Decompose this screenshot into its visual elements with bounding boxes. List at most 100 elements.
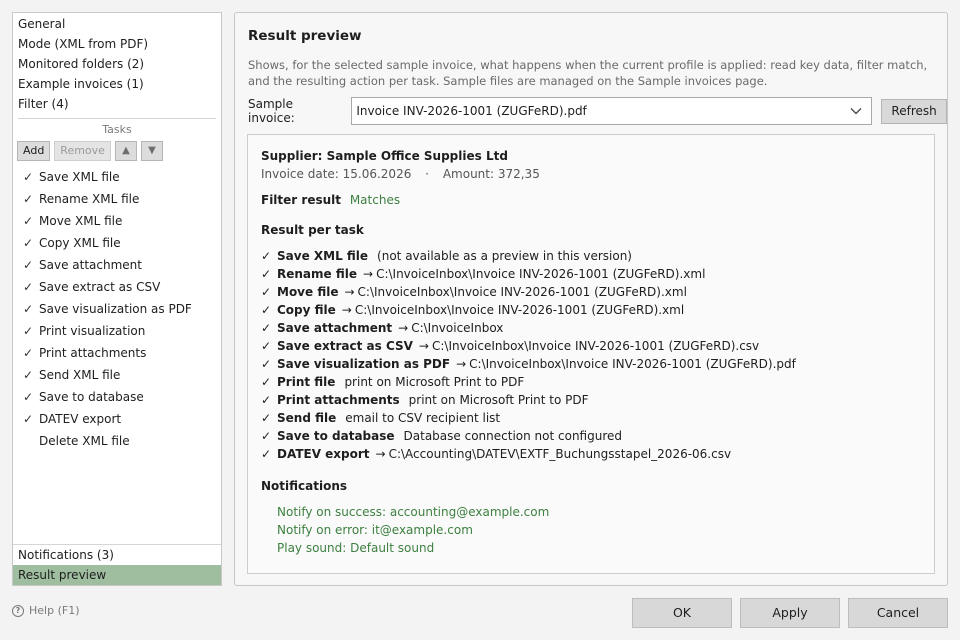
invoice-amount: Amount: 372,35 [442, 167, 540, 181]
tasks-header: Tasks [102, 123, 132, 136]
task-result-detail: print on Microsoft Print to PDF [408, 393, 589, 407]
filter-result-line: Filter result Matches [261, 193, 400, 207]
task-result-row: ✓ Send file email to CSV recipient list [261, 409, 500, 427]
checkmark-icon: ✓ [23, 258, 34, 272]
task-result-row: ✓ Move file → C:\InvoiceInbox\Invoice INV-2… [261, 283, 687, 301]
ok-button[interactable]: OK [632, 598, 732, 628]
checkmark-icon: ✓ [261, 249, 272, 263]
task-result-row: ✓ Save attachment → C:\InvoiceInbox [261, 319, 503, 337]
checkmark-icon: ✓ [23, 412, 34, 426]
add-task-button[interactable]: Add [17, 141, 51, 161]
task-item[interactable]: ✓ Save to database [13, 386, 221, 408]
cancel-button[interactable]: Cancel [848, 598, 948, 628]
checkmark-icon: ✓ [23, 324, 34, 338]
sample-invoice-row: Sample invoice: Invoice INV-2026-1001 (Z… [248, 97, 947, 125]
task-result-detail: C:\InvoiceInbox\Invoice INV-2026-1001 (Z… [354, 303, 685, 317]
task-item[interactable]: ✓ Save extract as CSV [13, 276, 221, 298]
page-title: Result preview [248, 28, 362, 44]
nav-item-monitored-folders[interactable]: Monitored folders (2) [13, 54, 221, 74]
task-result-row: ✓ Print attachments print on Microsoft Pri… [261, 391, 589, 409]
chevron-down-icon [850, 108, 862, 115]
checkmark-icon: ✓ [261, 411, 272, 425]
task-item[interactable]: ✓ Print attachments [13, 342, 221, 364]
apply-button[interactable]: Apply [740, 598, 840, 628]
help-link[interactable]: ? Help (F1) [12, 604, 79, 617]
task-label: Delete XML file [39, 434, 130, 448]
nav-top-list: General Mode (XML from PDF) Monitored fo… [13, 13, 221, 114]
task-result-detail: C:\InvoiceInbox\Invoice INV-2026-1001 (Z… [357, 285, 687, 299]
refresh-button[interactable]: Refresh [881, 98, 947, 124]
task-result-name: Save attachment [277, 321, 393, 335]
nav-item-filter[interactable]: Filter (4) [13, 94, 221, 114]
invoice-date: Invoice date: 15.06.2026 [261, 167, 412, 181]
task-toolbar: Add Remove ▲ ▼ [13, 138, 221, 166]
arrow-right-icon: → [341, 303, 352, 317]
nav-item-general[interactable]: General [13, 14, 221, 34]
move-up-button[interactable]: ▲ [114, 141, 137, 161]
task-item[interactable]: ✓ Print visualization [13, 320, 221, 342]
checkmark-icon: ✓ [23, 368, 34, 382]
task-label: Print visualization [39, 324, 146, 338]
nav-item-notifications[interactable]: Notifications (3) [13, 545, 221, 565]
notifications-heading: Notifications [261, 479, 348, 493]
task-label: Send XML file [39, 368, 121, 382]
task-label: Save extract as CSV [39, 280, 161, 294]
checkmark-icon: ✓ [261, 321, 272, 335]
task-item[interactable]: ✓ Copy XML file [13, 232, 221, 254]
task-item[interactable]: ✓ Save attachment [13, 254, 221, 276]
task-item[interactable]: ✓ Move XML file [13, 210, 221, 232]
checkmark-icon: ✓ [261, 267, 272, 281]
task-result-row: ✓ Save extract as CSV → C:\InvoiceInbox\Inv… [261, 337, 759, 355]
separator-dot: · [425, 167, 429, 181]
task-result-name: Move file [277, 285, 339, 299]
checkmark-icon: ✓ [261, 429, 272, 443]
task-result-row: ✓ Save visualization as PDF → C:\InvoiceInb… [261, 355, 796, 373]
checkmark-icon: ✓ [261, 357, 272, 371]
task-result-detail: C:\InvoiceInbox\Invoice INV-2026-1001 (Z… [469, 357, 796, 371]
triangle-down-icon: ▼ [148, 145, 156, 156]
notification-sound: Play sound: Default sound [277, 541, 435, 555]
task-label: Save to database [39, 390, 144, 404]
task-result-name: Print file [277, 375, 336, 389]
checkmark-icon: ✓ [261, 447, 272, 461]
task-result-detail: print on Microsoft Print to PDF [344, 375, 525, 389]
page-description: Shows, for the selected sample invoice, … [248, 58, 928, 88]
task-result-detail: C:\InvoiceInbox [411, 321, 504, 335]
supplier-line: Supplier: Sample Office Supplies Ltd [261, 149, 508, 163]
task-item[interactable]: ✓ Save XML file [13, 166, 221, 188]
sample-invoice-select[interactable]: Invoice INV-2026-1001 (ZUGFeRD).pdf [351, 97, 873, 125]
remove-task-button[interactable]: Remove [54, 141, 111, 161]
checkmark-icon: ✓ [261, 285, 272, 299]
result-preview-panel: Result preview Shows, for the selected s… [234, 12, 948, 586]
checkmark-icon: ✓ [23, 170, 34, 184]
nav-item-mode[interactable]: Mode (XML from PDF) [13, 34, 221, 54]
task-result-row: ✓ Print file print on Microsoft Print to P… [261, 373, 524, 391]
question-icon: ? [12, 604, 24, 617]
triangle-up-icon: ▲ [122, 145, 130, 156]
task-item[interactable]: ✓ Send XML file [13, 364, 221, 386]
task-result-detail: C:\InvoiceInbox\Invoice INV-2026-1001 (Z… [376, 267, 706, 281]
sample-invoice-value: Invoice INV-2026-1001 (ZUGFeRD).pdf [356, 104, 587, 118]
filter-result-label: Filter result [261, 193, 341, 207]
task-item[interactable]: ✓ Rename XML file [13, 188, 221, 210]
nav-item-result-preview[interactable]: Result preview [13, 565, 221, 585]
checkmark-icon: ✓ [261, 303, 272, 317]
task-result-name: Save to database [277, 429, 395, 443]
task-list: ✓ Save XML file ✓ Rename XML file ✓ Move XM… [13, 166, 221, 452]
arrow-right-icon: → [398, 321, 409, 335]
task-item[interactable]: Delete XML file [13, 430, 221, 452]
task-label: Print attachments [39, 346, 147, 360]
task-item[interactable]: ✓ DATEV export [13, 408, 221, 430]
task-result-name: Print attachments [277, 393, 400, 407]
settings-sidebar: General Mode (XML from PDF) Monitored fo… [12, 12, 222, 586]
checkmark-icon: ✓ [23, 302, 34, 316]
task-result-detail: Database connection not configured [403, 429, 622, 443]
task-result-detail: C:\InvoiceInbox\Invoice INV-2026-1001 (Z… [431, 339, 760, 353]
result-box: Supplier: Sample Office Supplies Ltd Inv… [247, 134, 935, 574]
arrow-right-icon: → [375, 447, 386, 461]
task-label: Rename XML file [39, 192, 140, 206]
task-item[interactable]: ✓ Save visualization as PDF [13, 298, 221, 320]
move-down-button[interactable]: ▼ [140, 141, 163, 161]
task-result-name: Rename file [277, 267, 357, 281]
nav-item-example-invoices[interactable]: Example invoices (1) [13, 74, 221, 94]
